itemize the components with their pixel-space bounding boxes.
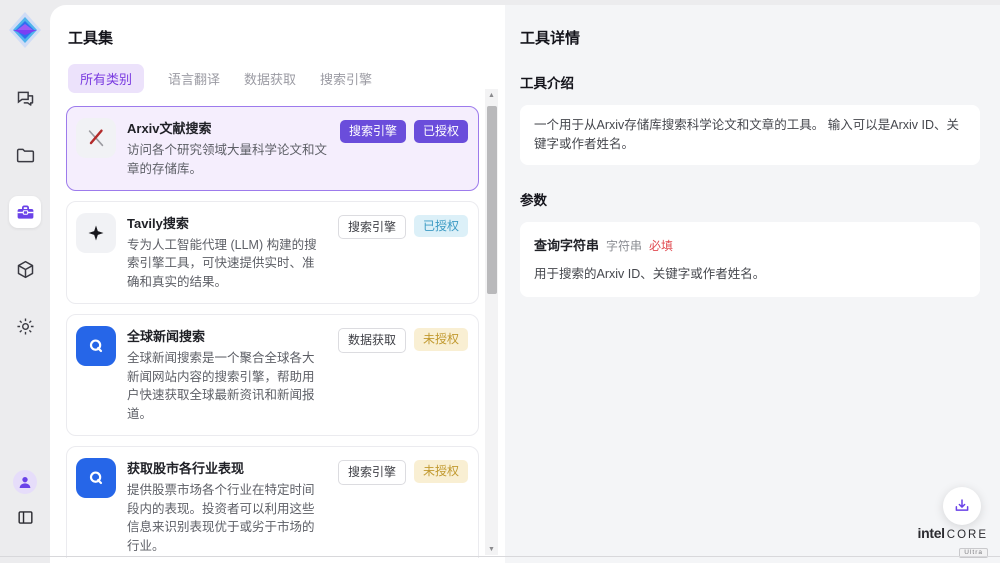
app-logo-icon (8, 11, 42, 49)
tool-description: 专为人工智能代理 (LLM) 构建的搜索引擎工具，可快速提供实时、准确和真实的结… (127, 236, 327, 292)
param-card: 查询字符串 字符串 必填 用于搜索的Arxiv ID、关键字或作者姓名。 (520, 222, 980, 297)
search-app-icon (76, 458, 116, 498)
tool-badges: 搜索引擎 已授权 (338, 213, 468, 292)
cube-icon (15, 259, 36, 280)
sidebar-bottom (13, 470, 37, 529)
sidebar-item-toolbox[interactable] (9, 196, 41, 228)
intro-heading: 工具介绍 (520, 72, 980, 92)
tool-card-arxiv[interactable]: Arxiv文献搜索 访问各个研究领域大量科学论文和文章的存储库。 搜索引擎 已授… (66, 106, 479, 191)
intro-card: 一个用于从Arxiv存储库搜索科学论文和文章的工具。 输入可以是Arxiv ID… (520, 105, 980, 165)
user-avatar[interactable] (13, 470, 37, 494)
scrollbar-thumb[interactable] (487, 106, 497, 294)
tool-info: Tavily搜索 专为人工智能代理 (LLM) 构建的搜索引擎工具，可快速提供实… (127, 213, 327, 292)
tool-card-global-news[interactable]: 全球新闻搜索 全球新闻搜索是一个聚合全球各大新闻网站内容的搜索引擎，帮助用户快速… (66, 314, 479, 436)
tab-search-engine[interactable]: 搜索引擎 (320, 64, 372, 93)
chat-icon (15, 88, 36, 109)
auth-status-badge: 未授权 (414, 328, 468, 351)
tool-list-panel: 工具集 所有类别 语言翻译 数据获取 搜索引擎 Arxiv文献搜索 访问各个研究… (50, 5, 505, 563)
params-heading: 参数 (520, 189, 980, 209)
folder-icon (15, 145, 36, 166)
auth-status-badge: 已授权 (414, 120, 468, 143)
sidebar-item-files[interactable] (9, 139, 41, 171)
page-title: 工具集 (68, 27, 479, 48)
auth-status-badge: 已授权 (414, 215, 468, 238)
tool-title: 获取股市各行业表现 (127, 458, 327, 477)
brand-intel-text: intel (917, 526, 944, 540)
detail-title: 工具详情 (520, 27, 980, 48)
sidebar-item-models[interactable] (9, 253, 41, 285)
category-badge: 搜索引擎 (338, 215, 406, 240)
scrollbar-down-arrow[interactable]: ▼ (485, 543, 498, 555)
param-name: 查询字符串 (534, 235, 599, 254)
tool-description: 提供股票市场各个行业在特定时间段内的表现。投资者可以利用这些信息来识别表现优于或… (127, 481, 327, 556)
category-badge: 数据获取 (338, 328, 406, 353)
tool-info: 获取股市各行业表现 提供股票市场各个行业在特定时间段内的表现。投资者可以利用这些… (127, 458, 327, 556)
download-icon (953, 497, 971, 515)
tool-info: 全球新闻搜索 全球新闻搜索是一个聚合全球各大新闻网站内容的搜索引擎，帮助用户快速… (127, 326, 327, 424)
arxiv-logo-icon (76, 118, 116, 158)
tool-card-tavily[interactable]: Tavily搜索 专为人工智能代理 (LLM) 构建的搜索引擎工具，可快速提供实… (66, 201, 479, 304)
param-type: 字符串 (606, 237, 642, 254)
tab-language-translation[interactable]: 语言翻译 (168, 64, 220, 93)
search-app-icon (76, 326, 116, 366)
tool-card-sector-performance[interactable]: 获取股市各行业表现 提供股票市场各个行业在特定时间段内的表现。投资者可以利用这些… (66, 446, 479, 558)
tool-description: 全球新闻搜索是一个聚合全球各大新闻网站内容的搜索引擎，帮助用户快速获取全球最新资… (127, 349, 327, 424)
tool-badges: 搜索引擎 已授权 (340, 118, 468, 179)
tool-badges: 数据获取 未授权 (338, 326, 468, 424)
collapse-sidebar-button[interactable] (13, 505, 37, 529)
sidebar-item-chat[interactable] (9, 82, 41, 114)
list-scrollbar[interactable]: ▲ ▼ (485, 89, 498, 555)
tool-description: 访问各个研究领域大量科学论文和文章的存储库。 (127, 141, 329, 179)
tool-badges: 搜索引擎 未授权 (338, 458, 468, 556)
tab-data-acquisition[interactable]: 数据获取 (244, 64, 296, 93)
category-tabs: 所有类别 语言翻译 数据获取 搜索引擎 (68, 64, 479, 93)
sidebar-nav (9, 82, 41, 342)
layout-panel-icon (16, 508, 35, 527)
category-badge: 搜索引擎 (340, 120, 406, 143)
tool-detail-panel: 工具详情 工具介绍 一个用于从Arxiv存储库搜索科学论文和文章的工具。 输入可… (505, 5, 1000, 563)
auth-status-badge: 未授权 (414, 460, 468, 483)
gear-icon (15, 316, 36, 337)
app-logo (7, 10, 43, 50)
brand-core-text: CORE (947, 530, 988, 542)
tab-all-categories[interactable]: 所有类别 (68, 64, 144, 93)
category-badge: 搜索引擎 (338, 460, 406, 485)
main-content: 工具集 所有类别 语言翻译 数据获取 搜索引擎 Arxiv文献搜索 访问各个研究… (50, 5, 1000, 563)
toolbox-icon (15, 202, 36, 223)
tool-list: Arxiv文献搜索 访问各个研究领域大量科学论文和文章的存储库。 搜索引擎 已授… (66, 106, 479, 558)
intel-core-logo: intel CORE Ultra (917, 526, 988, 558)
tavily-star-icon (76, 213, 116, 253)
sidebar-item-settings[interactable] (9, 310, 41, 342)
brand-badge: Ultra (959, 548, 988, 559)
left-sidebar (0, 0, 50, 563)
scrollbar-up-arrow[interactable]: ▲ (485, 89, 498, 101)
tool-title: Tavily搜索 (127, 213, 327, 232)
tool-info: Arxiv文献搜索 访问各个研究领域大量科学论文和文章的存储库。 (127, 118, 329, 179)
tool-title: Arxiv文献搜索 (127, 118, 329, 137)
download-button[interactable] (943, 487, 981, 525)
param-description: 用于搜索的Arxiv ID、关键字或作者姓名。 (534, 263, 966, 282)
tool-title: 全球新闻搜索 (127, 326, 327, 345)
param-header: 查询字符串 字符串 必填 (534, 235, 966, 254)
person-icon (17, 474, 33, 490)
param-required-label: 必填 (649, 237, 673, 254)
